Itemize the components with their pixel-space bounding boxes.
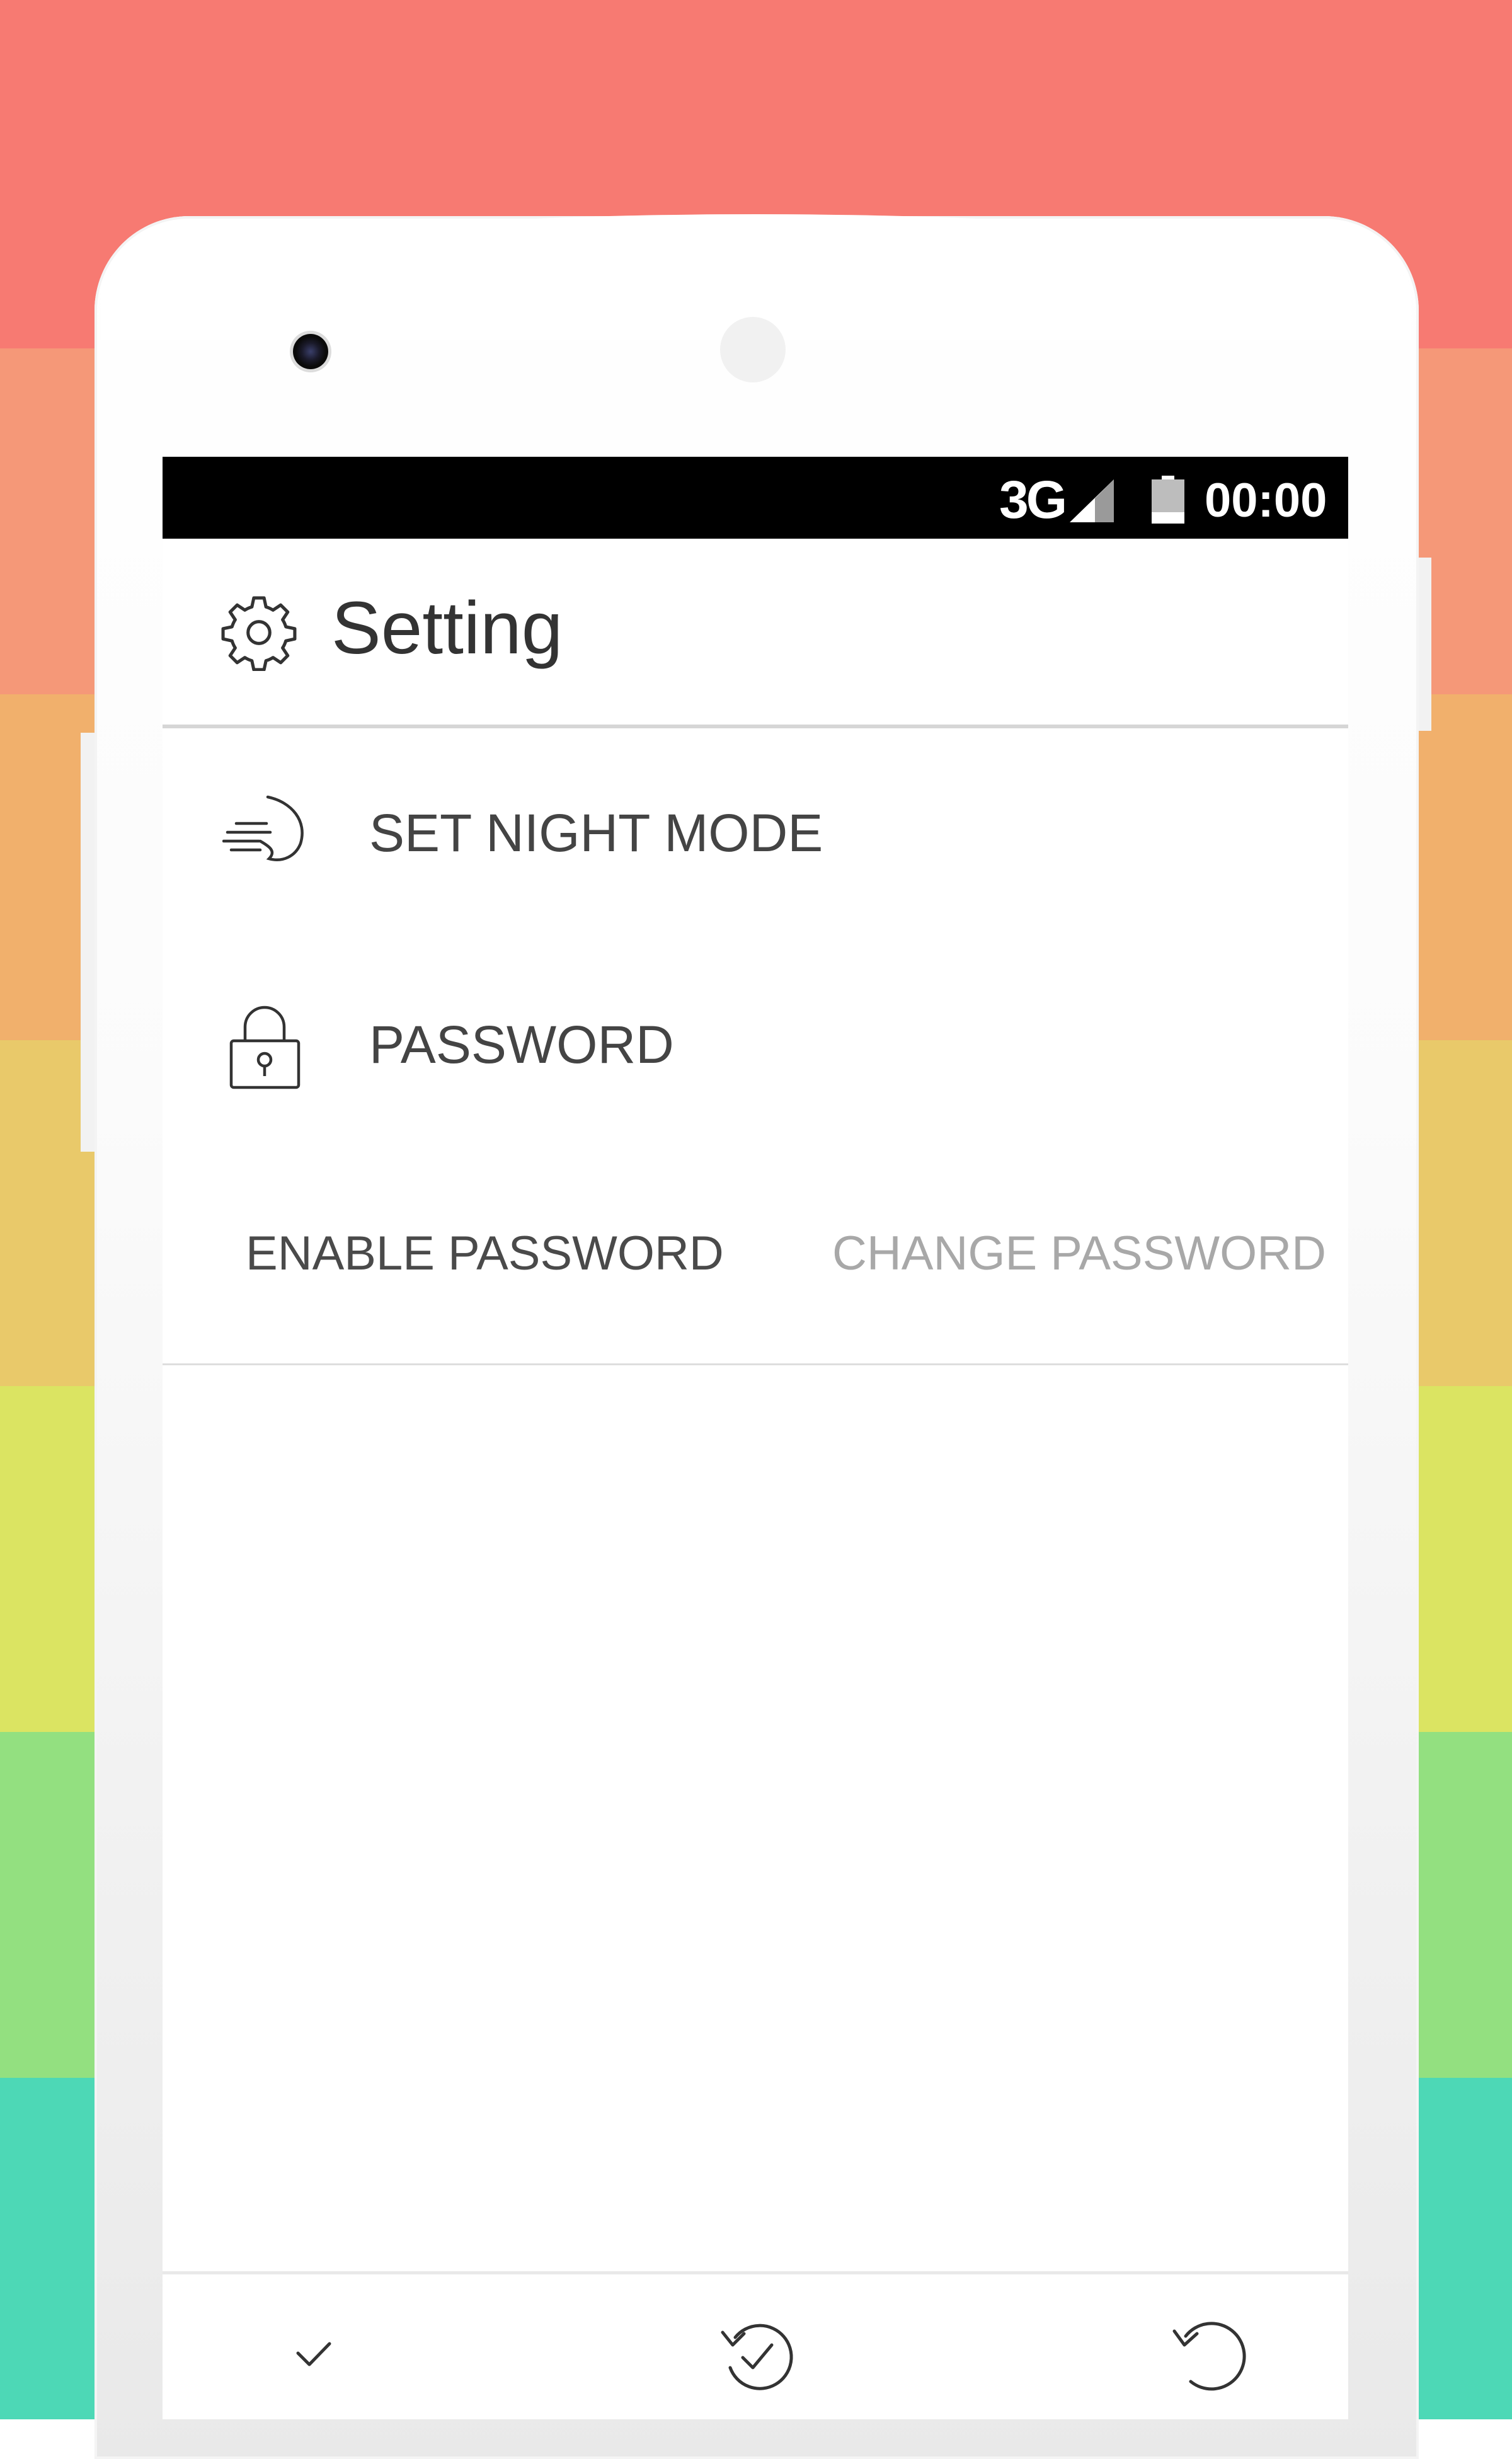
bottom-toolbar — [163, 2271, 1348, 2419]
battery-icon — [1152, 476, 1184, 524]
app-bar: Setting — [163, 539, 1348, 728]
status-bar: 3G 00:00 — [163, 457, 1348, 539]
phone-screen: 3G 00:00 Setting SET NIGHT MODE PASSWORD… — [163, 457, 1348, 2419]
enable-password-button[interactable]: ENABLE PASSWORD — [246, 1226, 724, 1281]
night-mode-icon — [222, 795, 304, 861]
front-camera — [293, 334, 328, 369]
check-icon[interactable] — [266, 2306, 361, 2400]
password-item[interactable]: PASSWORD — [163, 940, 1348, 1154]
password-label: PASSWORD — [369, 1015, 674, 1074]
clock: 00:00 — [1205, 474, 1327, 527]
set-night-mode-label: SET NIGHT MODE — [369, 803, 823, 863]
undo-icon[interactable] — [1158, 2306, 1252, 2400]
phone-power-button — [1418, 558, 1431, 731]
password-options-row: ENABLE PASSWORD CHANGE PASSWORD — [163, 1152, 1348, 1365]
gear-icon[interactable] — [220, 594, 297, 671]
network-type: 3G — [999, 470, 1067, 529]
earpiece-speaker — [720, 317, 786, 382]
set-night-mode-item[interactable]: SET NIGHT MODE — [163, 728, 1348, 942]
lock-icon — [229, 1006, 301, 1089]
refresh-check-icon[interactable] — [709, 2306, 803, 2400]
change-password-button[interactable]: CHANGE PASSWORD — [832, 1226, 1326, 1281]
page-title: Setting — [331, 587, 563, 670]
phone-volume-button — [81, 733, 96, 1152]
signal-icon — [1070, 479, 1114, 522]
